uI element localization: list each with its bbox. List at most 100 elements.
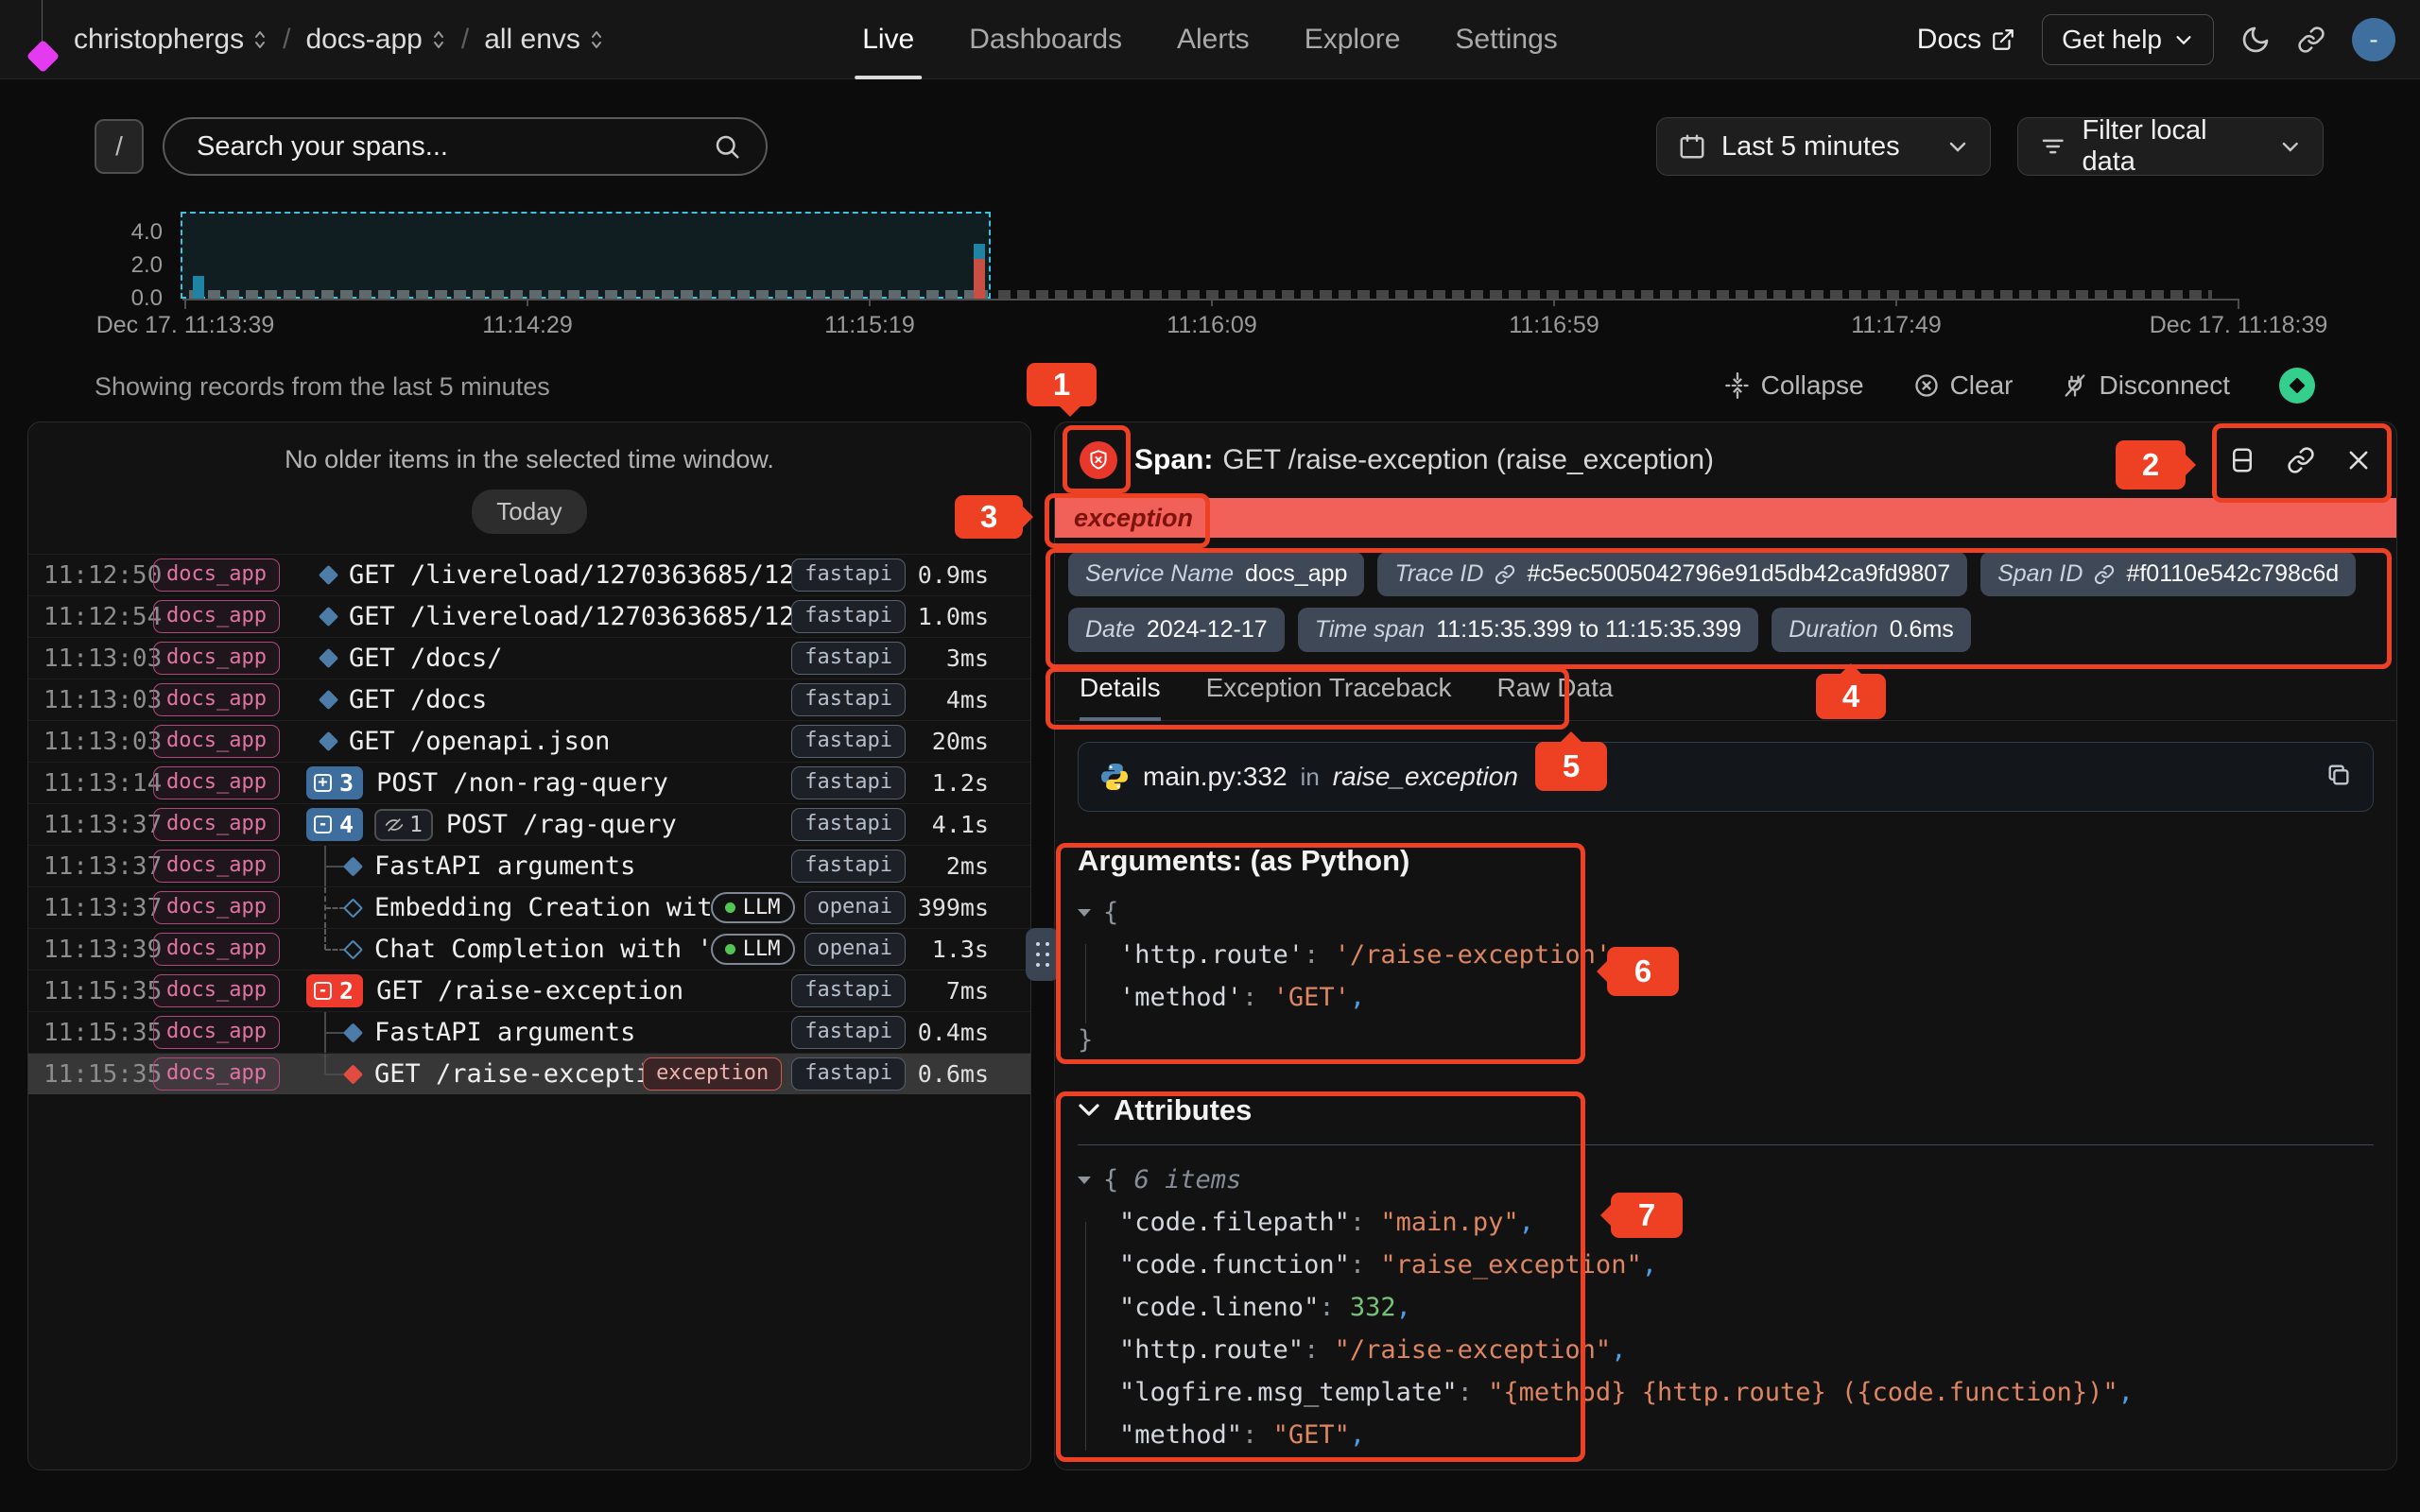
- span-bar[interactable]: [193, 276, 204, 300]
- drag-dots-icon: [1036, 953, 1040, 956]
- hidden-eye-icon: [385, 816, 404, 834]
- link-icon: [2094, 564, 2115, 585]
- scope-tag: fastapi: [791, 1057, 906, 1090]
- scope-tag: fastapi: [791, 725, 906, 757]
- tab-dashboards[interactable]: Dashboards: [969, 0, 1122, 79]
- time-range-button[interactable]: Last 5 minutes: [1656, 117, 1991, 176]
- search-icon: [713, 132, 741, 161]
- open-in-reader-icon[interactable]: [2228, 446, 2256, 474]
- code-token: 'method': [1119, 983, 1242, 1012]
- metadata-chip: Service Namedocs_app: [1068, 552, 1364, 596]
- span-row[interactable]: 11:15:35docs_appGET /raise-exception …ex…: [28, 1053, 1030, 1094]
- clear-button[interactable]: Clear: [1913, 370, 2014, 401]
- code-token: "{method} {http.route} ({code.function})…: [1488, 1378, 2118, 1407]
- search-input[interactable]: Search your spans...: [163, 117, 768, 176]
- span-row[interactable]: 11:13:37docs_appFastAPI argumentsfastapi…: [28, 845, 1030, 886]
- chevron-down-icon: [2279, 135, 2302, 158]
- expand-caret-icon[interactable]: [1078, 1177, 1091, 1184]
- breadcrumb-item[interactable]: all envs: [484, 24, 604, 56]
- tab-settings[interactable]: Settings: [1455, 0, 1557, 79]
- hidden-spans-badge[interactable]: 1: [374, 809, 433, 841]
- code-token: :: [1304, 940, 1335, 970]
- children-count-badge[interactable]: -4: [306, 808, 363, 841]
- span-kind-icon: [319, 731, 338, 751]
- service-tag: docs_app: [153, 642, 280, 674]
- service-tag: docs_app: [153, 850, 280, 882]
- span-row[interactable]: 11:12:54docs_appGET /livereload/12703636…: [28, 595, 1030, 637]
- collapse-button[interactable]: Collapse: [1724, 370, 1864, 401]
- span-kind-icon: [319, 607, 338, 627]
- span-row[interactable]: 11:13:37docs_appEmbedding Creation wit…L…: [28, 886, 1030, 928]
- code-token: {: [1103, 1165, 1134, 1194]
- filter-local-data-button[interactable]: Filter local data: [2017, 117, 2324, 176]
- scope-tag: fastapi: [791, 850, 906, 882]
- row-duration: 399ms: [917, 894, 1030, 921]
- exception-banner: exception: [1055, 498, 2396, 538]
- attributes-divider: [1078, 1144, 2374, 1145]
- children-count-badge[interactable]: -2: [306, 974, 363, 1007]
- span-row[interactable]: 11:13:39docs_appChat Completion with '…L…: [28, 928, 1030, 970]
- span-row[interactable]: 11:13:03docs_appGET /openapi.jsonfastapi…: [28, 720, 1030, 762]
- span-row[interactable]: 11:12:50docs_appGET /livereload/12703636…: [28, 554, 1030, 595]
- span-row[interactable]: 11:13:03docs_appGET /docs/fastapi3ms: [28, 637, 1030, 679]
- row-duration: 7ms: [917, 977, 1030, 1005]
- expand-caret-icon[interactable]: [1078, 909, 1091, 917]
- code-line: { 6 items: [1078, 1159, 2374, 1201]
- disconnect-button[interactable]: Disconnect: [2062, 370, 2230, 401]
- span-title: Span:GET /raise-exception (raise_excepti…: [1134, 444, 1714, 476]
- span-bar[interactable]: [974, 244, 985, 259]
- attributes-heading[interactable]: Attributes: [1078, 1093, 2374, 1127]
- live-indicator[interactable]: [2279, 368, 2315, 404]
- source-file[interactable]: main.py:332: [1143, 762, 1288, 792]
- select-chevrons-icon: [589, 28, 604, 51]
- copy-button[interactable]: [2325, 762, 2352, 793]
- avatar[interactable]: -: [2352, 18, 2395, 61]
- children-count-badge[interactable]: +3: [306, 766, 363, 799]
- today-pill[interactable]: Today: [472, 490, 586, 534]
- span-name: GET /raise-exception: [376, 976, 683, 1005]
- exception-shield-icon: [1080, 441, 1117, 479]
- breadcrumb-item[interactable]: christophergs: [74, 24, 268, 56]
- code-token: '/raise-exception': [1335, 940, 1612, 970]
- code-line: 'method': 'GET',: [1078, 976, 2374, 1019]
- span-row[interactable]: 11:13:14docs_app+3POST /non-rag-queryfas…: [28, 762, 1030, 803]
- span-kind-icon: [319, 690, 338, 710]
- span-row[interactable]: 11:13:03docs_appGET /docsfastapi4ms: [28, 679, 1030, 720]
- tab-alerts[interactable]: Alerts: [1177, 0, 1250, 79]
- code-line: "code.filepath": "main.py",: [1078, 1201, 2374, 1244]
- tab-explore[interactable]: Explore: [1305, 0, 1401, 79]
- collapse-square-icon: -: [314, 816, 332, 833]
- close-icon[interactable]: [2345, 447, 2372, 473]
- logfire-logo-icon[interactable]: [26, 40, 60, 73]
- x-tick: [1553, 299, 1555, 306]
- error-bar[interactable]: [974, 259, 985, 299]
- share-link-button[interactable]: [2297, 26, 2325, 54]
- chip-value: 11:15:35.399 to 11:15:35.399: [1436, 616, 1741, 644]
- metadata-chip[interactable]: Trace ID#c5ec5005042796e91d5db42ca9fd980…: [1377, 552, 1967, 596]
- docs-link[interactable]: Docs: [1917, 24, 2015, 56]
- detail-tabs: Details Exception Traceback Raw Data: [1055, 673, 2396, 721]
- code-token: "GET": [1273, 1420, 1350, 1450]
- tab-details[interactable]: Details: [1080, 673, 1161, 720]
- scope-tag: fastapi: [791, 600, 906, 632]
- span-row[interactable]: 11:13:37docs_app-41POST /rag-queryfastap…: [28, 803, 1030, 845]
- tab-exception-traceback[interactable]: Exception Traceback: [1206, 673, 1452, 720]
- metadata-row-2: Date2024-12-17Time span11:15:35.399 to 1…: [1068, 608, 2383, 652]
- span-row[interactable]: 11:15:35docs_appFastAPI argumentsfastapi…: [28, 1011, 1030, 1053]
- panel-resize-handle[interactable]: [1026, 928, 1060, 981]
- get-help-button[interactable]: Get help: [2042, 14, 2214, 65]
- tab-raw-data[interactable]: Raw Data: [1497, 673, 1614, 720]
- theme-toggle-button[interactable]: [2240, 25, 2271, 55]
- copy-link-icon[interactable]: [2287, 446, 2315, 474]
- code-token: "code.function": [1119, 1250, 1350, 1280]
- logo-string: [42, 0, 43, 43]
- tab-live[interactable]: Live: [862, 0, 914, 79]
- arguments-code: {'http.route': '/raise-exception','metho…: [1078, 891, 2374, 1061]
- breadcrumb-item[interactable]: docs-app: [305, 24, 445, 56]
- source-function: raise_exception: [1333, 762, 1518, 792]
- code-token: :: [1350, 1208, 1381, 1237]
- metadata-chip[interactable]: Span ID#f0110e542c798c6d: [1980, 552, 2356, 596]
- span-row[interactable]: 11:15:35docs_app-2GET /raise-exceptionfa…: [28, 970, 1030, 1011]
- time-selection-region[interactable]: [181, 212, 991, 299]
- link-icon: [2297, 26, 2325, 54]
